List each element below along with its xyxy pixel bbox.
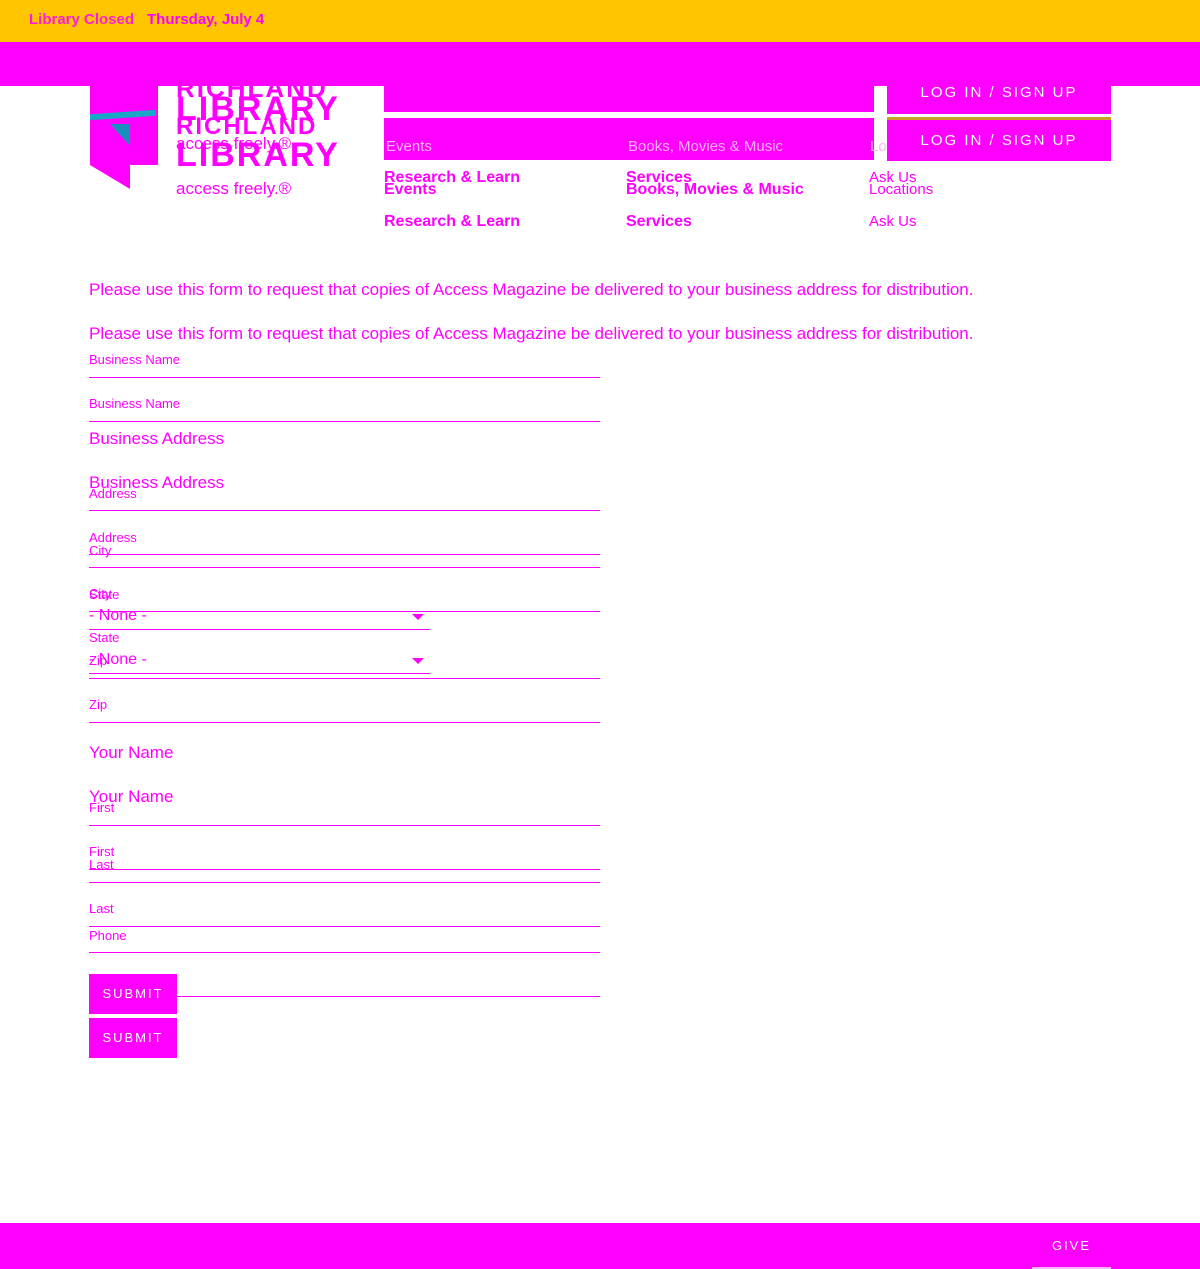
phone-label: Phone xyxy=(89,928,127,943)
chevron-down-icon xyxy=(412,614,424,620)
zip-label: Zip xyxy=(89,697,108,712)
address-field[interactable] xyxy=(89,554,600,555)
zip-field-ghost[interactable] xyxy=(89,678,600,679)
nav-ask-us[interactable]: Ask Us xyxy=(869,213,917,230)
chevron-down-icon xyxy=(412,658,424,664)
give-button[interactable]: GIVE xyxy=(1032,1223,1111,1269)
logo-mark-tail xyxy=(90,165,130,189)
nav-locations[interactable]: Locations xyxy=(869,181,933,198)
footer-bar xyxy=(0,1223,1200,1269)
business-name-field[interactable] xyxy=(89,421,600,422)
faded-locations-text: Locations xyxy=(870,138,886,155)
state-select-value-ghost: - None - xyxy=(89,607,147,624)
your-name-title-ghost: Your Name xyxy=(89,743,174,762)
zip-label-ghost: Zip xyxy=(89,653,108,668)
submit-button-ghost[interactable]: SUBMIT xyxy=(89,974,177,1014)
submit-button[interactable]: SUBMIT xyxy=(89,1018,177,1058)
last-label-ghost: Last xyxy=(89,857,114,872)
state-select-ghost[interactable]: - None - xyxy=(89,607,430,630)
faded-books-text: Books, Movies & Music xyxy=(628,138,784,155)
logo-tagline: access freely.® xyxy=(176,179,292,198)
first-label-ghost: First xyxy=(89,800,115,815)
nav-events[interactable]: Events xyxy=(384,181,436,199)
business-address-title-ghost: Business Address xyxy=(89,429,225,448)
address-field-ghost[interactable] xyxy=(89,510,600,511)
state-select[interactable]: - None - xyxy=(89,651,430,674)
nav-services[interactable]: Services xyxy=(626,213,692,231)
faded-events-text: Events xyxy=(386,138,432,155)
business-name-field-ghost[interactable] xyxy=(89,377,600,378)
alert-ghost-text: Library Closed xyxy=(29,11,135,28)
business-name-label: Business Name xyxy=(89,396,181,411)
state-label: State xyxy=(89,630,120,645)
state-label-ghost: State xyxy=(89,587,120,602)
logo-tagline-ghost: access freely.® xyxy=(176,134,292,153)
nav-books-movies-music[interactable]: Books, Movies & Music xyxy=(626,181,804,199)
first-field[interactable] xyxy=(89,869,600,870)
form-intro-ghost: Please use this form to request that cop… xyxy=(89,280,974,299)
phone-field-ghost[interactable] xyxy=(89,952,600,953)
address-label-ghost: Address xyxy=(89,486,137,501)
zip-field[interactable] xyxy=(89,722,600,723)
login-button[interactable]: LOG IN / SIGN UP xyxy=(887,117,1111,161)
nav-research-learn[interactable]: Research & Learn xyxy=(384,213,520,231)
last-field[interactable] xyxy=(89,926,600,927)
search-bar-ghost[interactable] xyxy=(384,86,874,112)
business-name-label-ghost: Business Name xyxy=(89,352,181,367)
city-label-ghost: City xyxy=(89,543,112,558)
form-intro: Please use this form to request that cop… xyxy=(89,324,974,343)
alert-date-text: Thursday, July 4 xyxy=(147,11,265,28)
first-field-ghost[interactable] xyxy=(89,825,600,826)
last-field-ghost[interactable] xyxy=(89,882,600,883)
city-field-ghost[interactable] xyxy=(89,567,600,568)
login-button-ghost[interactable]: LOG IN / SIGN UP xyxy=(887,72,1111,114)
last-label: Last xyxy=(89,901,114,916)
